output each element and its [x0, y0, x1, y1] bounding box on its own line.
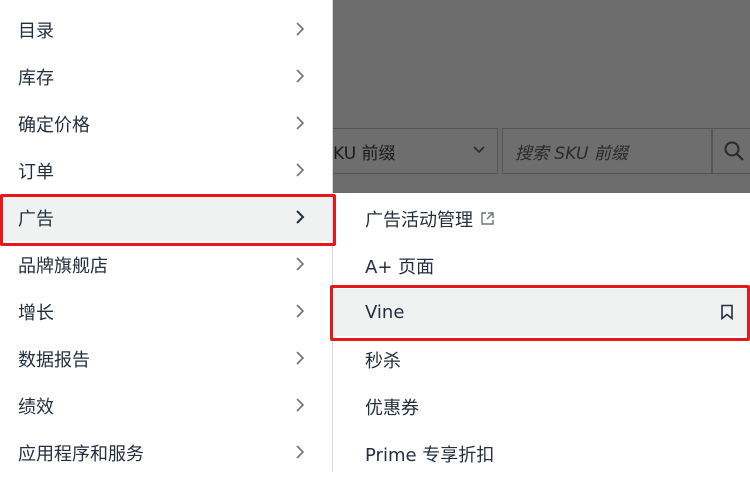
menu-item-apps-services[interactable]: 应用程序和服务	[0, 429, 332, 476]
menu-item-label: 目录	[18, 20, 54, 42]
menu-item-label: 应用程序和服务	[18, 443, 144, 465]
menu-item-label: 广告	[18, 208, 54, 230]
menu-item-inventory[interactable]: 库存	[0, 53, 332, 100]
submenu-item-label: 广告活动管理	[365, 209, 473, 231]
submenu-item-label: 秒杀	[365, 350, 401, 372]
menu-item-reports[interactable]: 数据报告	[0, 335, 332, 382]
sku-search-placeholder: 搜索 SKU 前缀	[515, 143, 628, 164]
chevron-right-icon	[296, 257, 305, 271]
submenu-item-label: 优惠券	[365, 397, 419, 419]
chevron-right-icon	[296, 210, 305, 224]
menu-item-brand-store[interactable]: 品牌旗舰店	[0, 241, 332, 288]
menu-item-label: 库存	[18, 67, 54, 89]
search-button[interactable]	[712, 128, 750, 174]
chevron-right-icon	[296, 163, 305, 177]
submenu-item-label: Prime 专享折扣	[365, 444, 495, 466]
submenu-item-lightning-deals[interactable]: 秒杀	[333, 336, 750, 383]
chevron-right-icon	[296, 351, 305, 365]
sku-prefix-select-value: KU 前缀	[333, 143, 396, 164]
chevron-down-icon	[473, 146, 485, 154]
menu-item-catalog[interactable]: 目录	[0, 6, 332, 53]
submenu-item-label: Vine	[365, 302, 405, 323]
menu-item-growth[interactable]: 增长	[0, 288, 332, 335]
chevron-right-icon	[296, 304, 305, 318]
menu-item-advertising[interactable]: 广告	[0, 194, 332, 241]
menu-item-pricing[interactable]: 确定价格	[0, 100, 332, 147]
menu-item-performance[interactable]: 绩效	[0, 382, 332, 429]
submenu-item-coupons[interactable]: 优惠券	[333, 383, 750, 430]
main-menu: 目录 库存 确定价格 订单 广告 品牌旗舰店 增长 数据报告 绩效 应用程序和服…	[0, 0, 333, 472]
submenu-item-vine[interactable]: Vine	[333, 289, 750, 336]
chevron-right-icon	[296, 22, 305, 36]
search-icon	[724, 141, 744, 161]
chevron-right-icon	[296, 116, 305, 130]
submenu-item-a-plus-content[interactable]: A+ 页面	[333, 242, 750, 289]
external-link-icon	[481, 212, 494, 225]
chevron-right-icon	[296, 398, 305, 412]
bookmark-icon[interactable]	[720, 304, 734, 320]
menu-item-label: 品牌旗舰店	[18, 255, 108, 277]
sku-search-input[interactable]: 搜索 SKU 前缀	[502, 128, 712, 174]
menu-item-label: 订单	[18, 161, 54, 183]
submenu-item-prime-discounts[interactable]: Prime 专享折扣	[333, 430, 750, 477]
menu-item-label: 绩效	[18, 396, 54, 418]
menu-item-label: 确定价格	[18, 114, 90, 136]
advertising-submenu: 广告活动管理 A+ 页面 Vine 秒杀 优惠券 Prime 专享折扣	[333, 193, 750, 472]
chevron-right-icon	[296, 445, 305, 459]
sku-prefix-select[interactable]: KU 前缀	[333, 128, 498, 174]
chevron-right-icon	[296, 69, 305, 83]
menu-item-label: 数据报告	[18, 349, 90, 371]
submenu-item-campaign-manager[interactable]: 广告活动管理	[333, 195, 750, 242]
menu-item-orders[interactable]: 订单	[0, 147, 332, 194]
submenu-item-label: A+ 页面	[365, 256, 435, 278]
menu-item-label: 增长	[18, 302, 54, 324]
